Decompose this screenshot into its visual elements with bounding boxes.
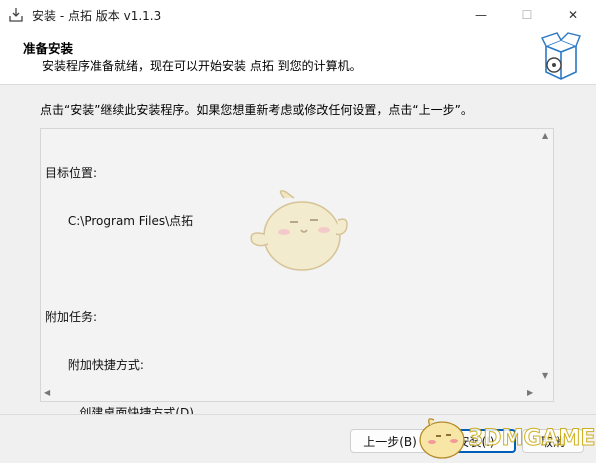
- scroll-right-icon[interactable]: ▶: [527, 388, 533, 397]
- watermark-text: 3DMGAME: [467, 426, 596, 452]
- horizontal-scrollbar[interactable]: ◀ ▶: [41, 385, 539, 401]
- scroll-up-icon[interactable]: ▲: [542, 131, 548, 140]
- installer-download-icon: [8, 7, 24, 23]
- window-title: 安装 - 点拓 版本 v1.1.3: [32, 9, 162, 23]
- watermark-mascot-icon: [419, 418, 465, 459]
- minimize-button[interactable]: —: [458, 0, 504, 30]
- page-title: 准备安装: [23, 41, 74, 56]
- memo-line: C:\Program Files\点拓: [45, 214, 194, 228]
- scroll-down-icon[interactable]: ▼: [542, 371, 548, 380]
- close-icon: ✕: [567, 8, 579, 22]
- memo-line: 附加快捷方式:: [45, 358, 144, 372]
- site-watermark: 3DMGAME: [410, 410, 596, 462]
- vertical-scrollbar[interactable]: ▲ ▼: [539, 129, 553, 385]
- maximize-button[interactable]: ☐: [504, 0, 550, 30]
- title-bar: 安装 - 点拓 版本 v1.1.3 — ☐ ✕: [0, 0, 596, 30]
- maximize-icon: ☐: [521, 8, 533, 22]
- mascot-watermark-image: [246, 186, 350, 276]
- minimize-icon: —: [475, 8, 487, 22]
- page-subtitle: 安装程序准备就绪，现在可以开始安装 点拓 到您的计算机。: [42, 59, 362, 73]
- memo-text: 目标位置: C:\Program Files\点拓 ​ 附加任务: 附加快捷方式…: [45, 133, 194, 453]
- wizard-header: 准备安装 安装程序准备就绪，现在可以开始安装 点拓 到您的计算机。: [0, 30, 596, 84]
- close-button[interactable]: ✕: [550, 0, 596, 30]
- memo-line: 目标位置:: [45, 166, 98, 180]
- scroll-left-icon[interactable]: ◀: [44, 388, 50, 397]
- memo-line: ​: [45, 261, 194, 277]
- instruction-text: 点击“安装”继续此安装程序。如果您想重新考虑或修改任何设置，点击“上一步”。: [40, 103, 473, 117]
- package-box-icon: [540, 32, 582, 82]
- memo-line: 附加任务:: [45, 310, 98, 324]
